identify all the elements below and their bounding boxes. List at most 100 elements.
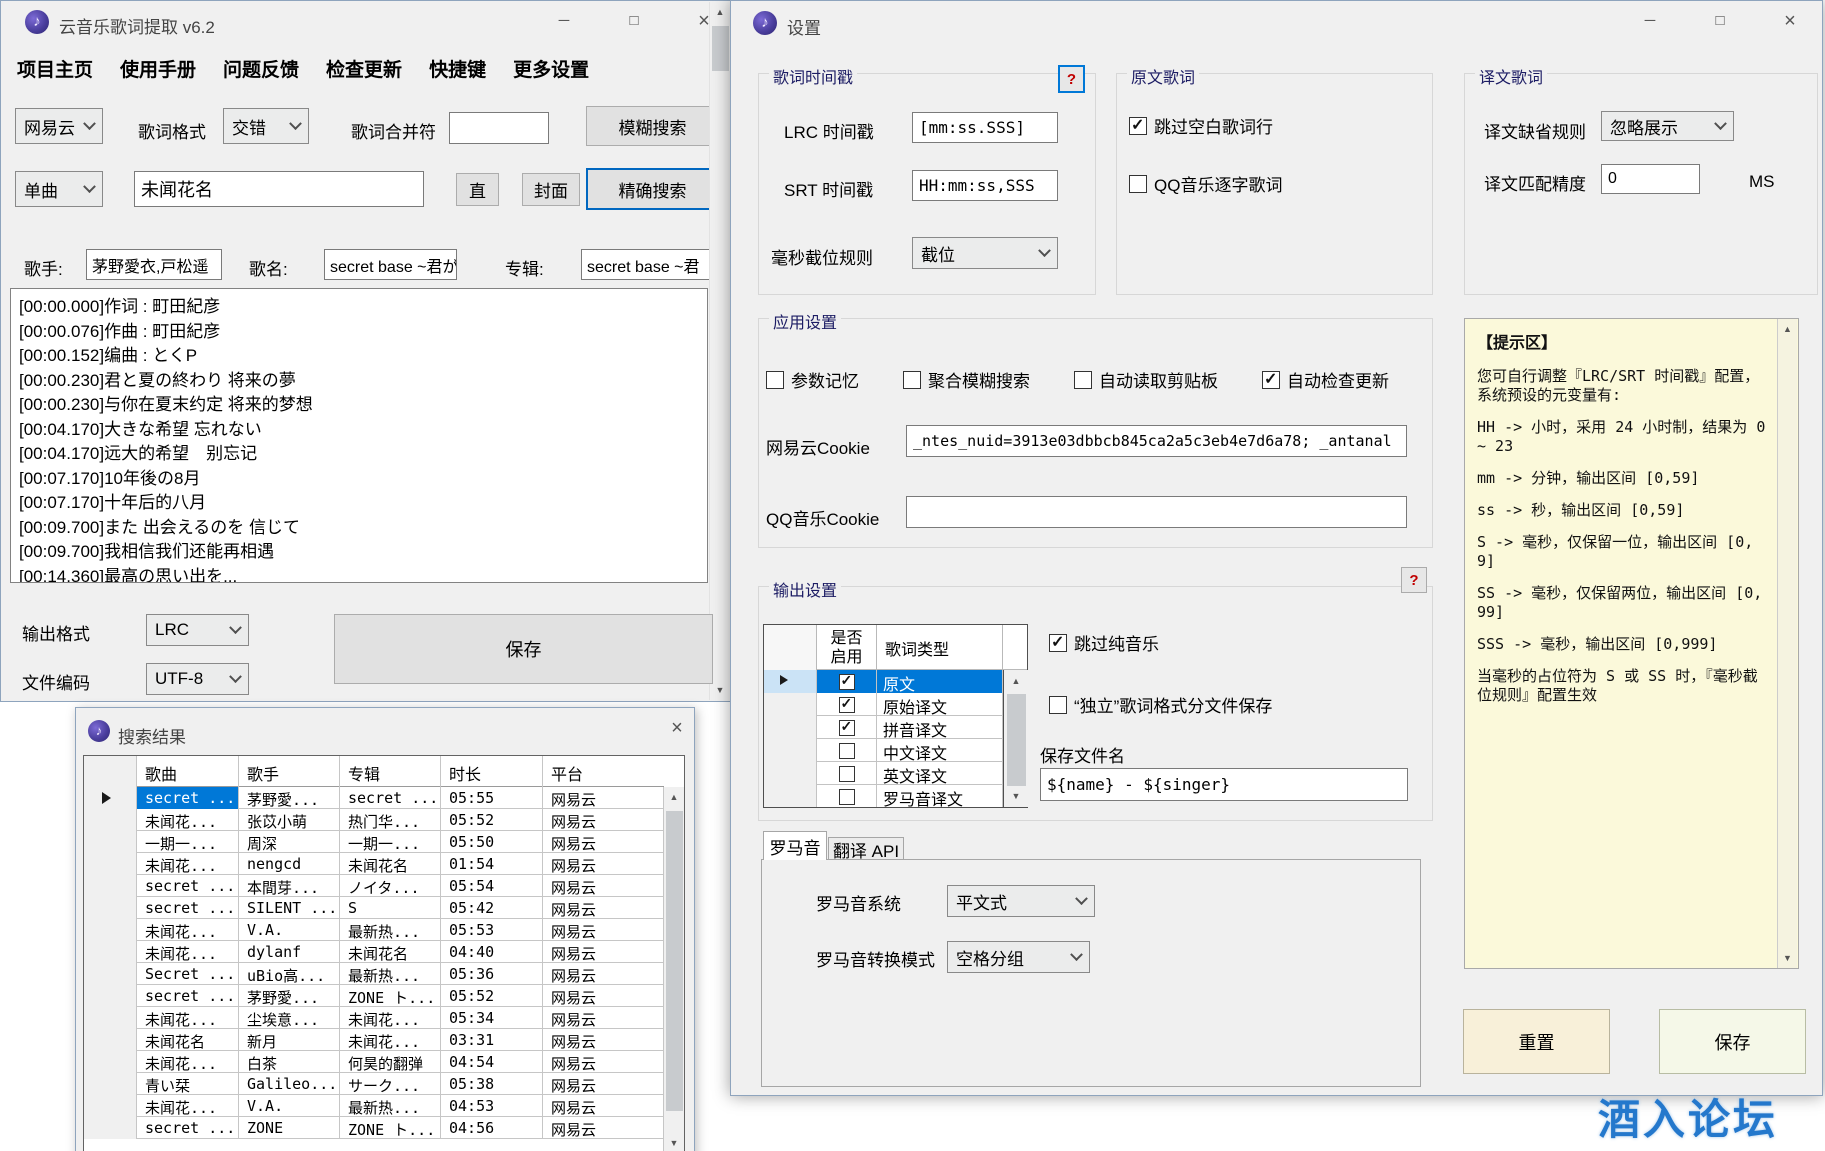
save-button[interactable]: 保存 (334, 614, 713, 684)
checkbox[interactable] (839, 789, 855, 805)
menu-item[interactable]: 项目主页 (17, 55, 93, 82)
minimize-icon[interactable]: ─ (1627, 4, 1673, 38)
skip-blank-lines-checkbox[interactable]: 跳过空白歌词行 (1129, 113, 1273, 138)
search-scope-select[interactable]: 单曲 (15, 171, 103, 207)
tab-romaji[interactable]: 罗马音 (763, 831, 827, 860)
exact-search-button[interactable]: 精确搜索 (586, 168, 719, 210)
lyrics-scrollbar[interactable]: ▲ ▼ (709, 2, 730, 700)
table-row[interactable]: 未闻花... 张苡小萌 热门华... 05:52 网易云 (84, 809, 663, 831)
table-row[interactable]: secret ... 本間芽... ノイタ... 05:54 网易云 (84, 875, 663, 897)
lrc-timestamp-input[interactable] (912, 112, 1058, 143)
checkbox[interactable] (839, 674, 855, 690)
settings-save-button[interactable]: 保存 (1659, 1009, 1806, 1074)
scroll-up-icon[interactable]: ▲ (664, 787, 684, 807)
reset-button[interactable]: 重置 (1463, 1009, 1610, 1074)
table-row[interactable]: 未闻花... 尘埃意... 未闻花... 05:34 网易云 (84, 1007, 663, 1029)
lyric-type-row[interactable]: 原文 (764, 670, 1003, 693)
help-icon[interactable]: ? (1401, 567, 1427, 593)
column-header-platform[interactable]: 平台 (543, 756, 665, 787)
direct-button[interactable]: 直 (456, 173, 499, 206)
scroll-down-icon[interactable]: ▼ (664, 1133, 684, 1151)
source-select[interactable]: 网易云 (15, 108, 103, 144)
table-row[interactable]: secret ... ZONE ZONE ト... 04:56 网易云 (84, 1117, 663, 1139)
table-row[interactable]: 未闻花... nengcd 未闻花名 01:54 网易云 (84, 853, 663, 875)
song-field[interactable]: secret base ~君が (324, 249, 457, 280)
independent-format-split-checkbox[interactable]: “独立”歌词格式分文件保存 (1049, 692, 1272, 717)
table-row[interactable]: secret ... 茅野愛... secret ... 05:55 网易云 (84, 787, 663, 809)
table-row[interactable]: secret ... 茅野愛... ZONE ト... 05:52 网易云 (84, 985, 663, 1007)
close-icon[interactable]: × (654, 711, 700, 745)
menu-item[interactable]: 使用手册 (120, 55, 196, 82)
checkbox[interactable] (839, 697, 855, 713)
artist-field[interactable]: 茅野愛衣,戸松遥 (86, 249, 222, 280)
checkbox[interactable] (903, 371, 921, 389)
merge-symbol-input[interactable] (449, 112, 549, 144)
results-scrollbar[interactable]: ▲ ▼ (663, 787, 684, 1151)
table-row[interactable]: 未闻花... dylanf 未闻花名 04:40 网易云 (84, 941, 663, 963)
filename-input[interactable] (1040, 768, 1408, 801)
column-header-duration[interactable]: 时长 (441, 756, 543, 787)
app-setting-checkbox[interactable]: 自动检查更新 (1262, 367, 1389, 392)
checkbox[interactable] (1129, 117, 1147, 135)
lyric-type-row[interactable]: 中文译文 (764, 739, 1003, 762)
scroll-down-icon[interactable]: ▼ (710, 680, 730, 700)
lyric-type-row[interactable]: 罗马音译文 (764, 785, 1003, 807)
checkbox[interactable] (1049, 634, 1067, 652)
scroll-down-icon[interactable]: ▼ (1778, 948, 1797, 968)
output-format-select[interactable]: LRC (146, 614, 249, 646)
checkbox[interactable] (1049, 696, 1067, 714)
app-setting-checkbox[interactable]: 自动读取剪贴板 (1074, 367, 1218, 392)
menu-item[interactable]: 更多设置 (513, 55, 589, 82)
scrollbar-thumb[interactable] (712, 26, 729, 71)
table-row[interactable]: secret ... SILENT ... S 05:42 网易云 (84, 897, 663, 919)
lyric-type-row[interactable]: 拼音译文 (764, 716, 1003, 739)
skip-instrumental-checkbox[interactable]: 跳过纯音乐 (1049, 630, 1159, 655)
table-row[interactable]: 未闻花... V.A. 最新热... 04:53 网易云 (84, 1095, 663, 1117)
checkbox[interactable] (839, 766, 855, 782)
checkbox[interactable] (839, 720, 855, 736)
hint-scrollbar[interactable]: ▲ ▼ (1777, 319, 1797, 968)
help-icon[interactable]: ? (1058, 65, 1085, 93)
lyric-type-row[interactable]: 英文译文 (764, 762, 1003, 785)
lyric-type-scrollbar[interactable]: ▲ ▼ (1003, 670, 1028, 807)
table-row[interactable]: Secret ... uBio高... 最新热... 05:36 网易云 (84, 963, 663, 985)
checkbox[interactable] (1129, 175, 1147, 193)
table-row[interactable]: 未闻花名 新月 未闻花... 03:31 网易云 (84, 1029, 663, 1051)
checkbox[interactable] (766, 371, 784, 389)
close-icon[interactable]: × (1767, 4, 1813, 38)
netease-cookie-input[interactable] (906, 425, 1407, 457)
qq-cookie-input[interactable] (906, 496, 1407, 528)
cover-button[interactable]: 封面 (522, 173, 580, 206)
srt-timestamp-input[interactable] (912, 170, 1058, 201)
album-field[interactable]: secret base ~君 (581, 249, 713, 280)
lyric-format-select[interactable]: 交错 (223, 108, 309, 144)
romaji-mode-select[interactable]: 空格分组 (947, 941, 1090, 973)
column-header-album[interactable]: 专辑 (340, 756, 441, 787)
checkbox[interactable] (839, 743, 855, 759)
encoding-select[interactable]: UTF-8 (146, 663, 249, 695)
lyrics-textarea[interactable]: [00:00.000]作词 : 町田紀彦[00:00.076]作曲 : 町田紀彦… (10, 288, 708, 583)
romaji-system-select[interactable]: 平文式 (947, 885, 1095, 917)
menu-item[interactable]: 问题反馈 (223, 55, 299, 82)
menu-item[interactable]: 检查更新 (326, 55, 402, 82)
scrollbar-thumb[interactable] (666, 811, 683, 1111)
menu-item[interactable]: 快捷键 (429, 55, 486, 82)
table-row[interactable]: 青い栞 Galileo... サーク... 05:38 网易云 (84, 1073, 663, 1095)
minimize-icon[interactable]: ─ (541, 4, 587, 38)
column-header-song[interactable]: 歌曲 (137, 756, 239, 787)
scroll-up-icon[interactable]: ▲ (1004, 671, 1028, 691)
table-row[interactable]: 未闻花... V.A. 最新热... 05:53 网易云 (84, 919, 663, 941)
maximize-icon[interactable]: □ (1697, 4, 1743, 38)
ms-truncate-rule-select[interactable]: 截位 (912, 237, 1058, 269)
translation-precision-input[interactable] (1601, 164, 1700, 194)
translation-default-rule-select[interactable]: 忽略展示 (1601, 111, 1734, 141)
qq-word-by-word-checkbox[interactable]: QQ音乐逐字歌词 (1129, 171, 1282, 196)
app-setting-checkbox[interactable]: 聚合模糊搜索 (903, 367, 1030, 392)
maximize-icon[interactable]: □ (611, 4, 657, 38)
scroll-up-icon[interactable]: ▲ (1778, 319, 1797, 339)
table-row[interactable]: 未闻花... 白茶 何昊的翻弹 04:54 网易云 (84, 1051, 663, 1073)
app-setting-checkbox[interactable]: 参数记忆 (766, 367, 859, 392)
search-input[interactable] (134, 171, 424, 207)
scroll-down-icon[interactable]: ▼ (1004, 786, 1028, 806)
fuzzy-search-button[interactable]: 模糊搜索 (586, 106, 719, 146)
